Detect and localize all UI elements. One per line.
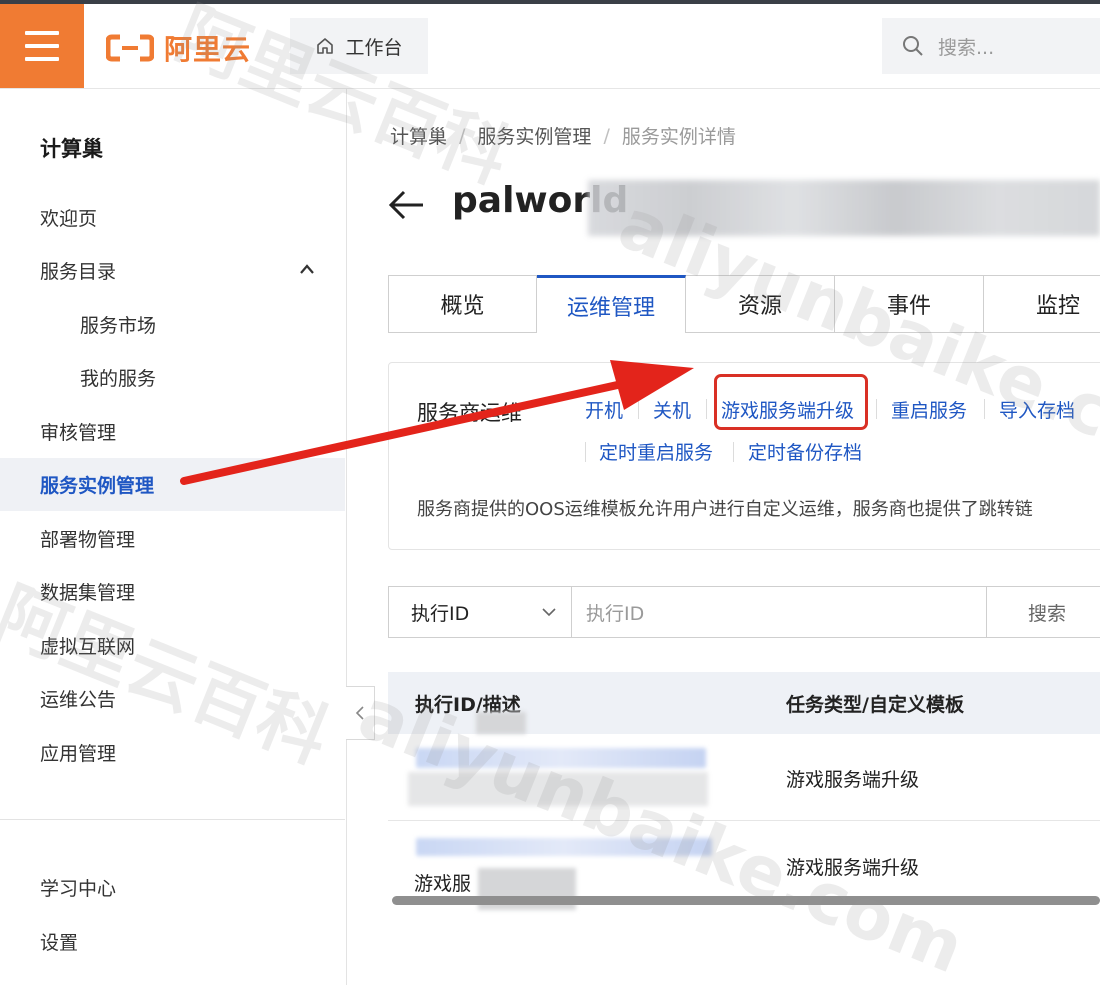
home-icon [317, 38, 334, 54]
filter-field-select[interactable]: 执行ID [389, 587, 572, 637]
global-search-input[interactable]: 搜索... [882, 18, 1100, 74]
sidebar-item-virtual-internet[interactable]: 虚拟互联网 [0, 619, 345, 672]
tab-monitoring[interactable]: 监控 [984, 275, 1100, 333]
search-icon [903, 36, 923, 56]
link-separator [733, 442, 734, 462]
breadcrumb-link-compute-nest[interactable]: 计算巢 [390, 122, 447, 149]
breadcrumb: 计算巢 / 服务实例管理 / 服务实例详情 [390, 122, 736, 149]
link-separator [706, 399, 707, 419]
tab-overview[interactable]: 概览 [388, 275, 537, 333]
breadcrumb-separator: / [459, 124, 466, 147]
sidebar-collapse-button[interactable] [346, 686, 375, 740]
breadcrumb-link-service-instance-management[interactable]: 服务实例管理 [477, 122, 591, 149]
sidebar-item-service-catalog[interactable]: 服务目录 [0, 244, 345, 297]
aliyun-logo-icon [106, 34, 154, 62]
sidebar-item-welcome[interactable]: 欢迎页 [0, 191, 345, 244]
sidebar-item-dataset-management[interactable]: 数据集管理 [0, 565, 345, 618]
search-placeholder: 搜索... [938, 36, 995, 59]
chevron-left-icon [355, 706, 364, 720]
table-cell-description: 游戏服 [414, 873, 472, 895]
hamburger-line [25, 44, 59, 48]
top-navigation-bar: 阿里云 工作台 搜索... [0, 4, 1100, 89]
breadcrumb-separator: / [603, 124, 610, 147]
link-separator [984, 399, 985, 419]
sidebar-item-my-services[interactable]: 我的服务 [0, 351, 345, 404]
table-cell-task-type: 游戏服务端升级 [786, 857, 920, 879]
sidebar-item-learning-center[interactable]: 学习中心 [0, 861, 345, 914]
sidebar-item-label: 服务目录 [40, 261, 117, 283]
tab-events[interactable]: 事件 [835, 275, 984, 333]
workbench-button[interactable]: 工作台 [290, 18, 428, 74]
power-on-link[interactable]: 开机 [585, 396, 623, 423]
sidebar-item-review-management[interactable]: 审核管理 [0, 405, 345, 458]
workbench-label: 工作台 [345, 36, 403, 59]
sidebar-item-artifact-management[interactable]: 部署物管理 [0, 512, 345, 565]
power-off-link[interactable]: 关机 [653, 396, 691, 423]
tab-ops-management[interactable]: 运维管理 [537, 275, 686, 333]
annotation-highlight-box [714, 374, 868, 430]
tab-resources[interactable]: 资源 [686, 275, 835, 333]
link-separator [638, 399, 639, 419]
redacted-execution-link[interactable] [416, 748, 706, 768]
scheduled-backup-link[interactable]: 定时备份存档 [748, 438, 862, 465]
link-separator [585, 442, 586, 462]
hamburger-line [25, 57, 59, 61]
execution-filter-bar: 执行ID 执行ID 搜索 [388, 586, 1100, 638]
redacted-execution-link[interactable] [416, 838, 712, 856]
filter-search-button[interactable]: 搜索 [986, 587, 1100, 637]
ops-description: 服务商提供的OOS运维模板允许用户进行自定义运维，服务商也提供了跳转链 [417, 499, 1033, 520]
row-divider [388, 820, 1100, 821]
chevron-up-icon [300, 264, 314, 274]
sidebar-item-ops-announcement[interactable]: 运维公告 [0, 672, 345, 725]
chevron-down-icon [542, 608, 556, 617]
redacted-instance-id [588, 180, 1100, 236]
detail-tabs: 概览 运维管理 资源 事件 监控 [388, 275, 1100, 333]
hamburger-line [25, 31, 59, 35]
breadcrumb-current: 服务实例详情 [621, 126, 736, 148]
sidebar-item-app-management[interactable]: 应用管理 [0, 726, 345, 779]
sidebar-item-service-market[interactable]: 服务市场 [0, 298, 345, 351]
horizontal-scrollbar[interactable] [392, 896, 1100, 905]
scheduled-restart-link[interactable]: 定时重启服务 [599, 438, 713, 465]
table-cell-task-type: 游戏服务端升级 [786, 769, 920, 791]
import-save-link[interactable]: 导入存档 [999, 396, 1075, 423]
filter-field-value: 执行ID [411, 602, 470, 625]
redacted-text [408, 772, 708, 806]
sidebar-item-settings[interactable]: 设置 [0, 915, 345, 968]
sidebar-divider [0, 819, 345, 820]
back-arrow-icon[interactable] [388, 186, 426, 224]
sidebar-title: 计算巢 [40, 137, 103, 161]
sidebar: 计算巢 欢迎页 服务目录 服务市场 我的服务 审核管理 服务实例管理 部署物管理… [0, 89, 347, 985]
hamburger-menu-button[interactable] [0, 4, 84, 88]
restart-service-link[interactable]: 重启服务 [891, 396, 967, 423]
column-header-task-type: 任务类型/自定义模板 [786, 693, 964, 716]
execution-id-input[interactable]: 执行ID [572, 587, 986, 637]
logo-text: 阿里云 [164, 33, 252, 66]
aliyun-logo[interactable]: 阿里云 [106, 28, 251, 68]
sidebar-item-service-instance-management[interactable]: 服务实例管理 [0, 458, 345, 511]
provider-ops-label: 服务商运维 [417, 401, 522, 425]
link-separator [876, 399, 877, 419]
redacted-text [476, 712, 526, 734]
